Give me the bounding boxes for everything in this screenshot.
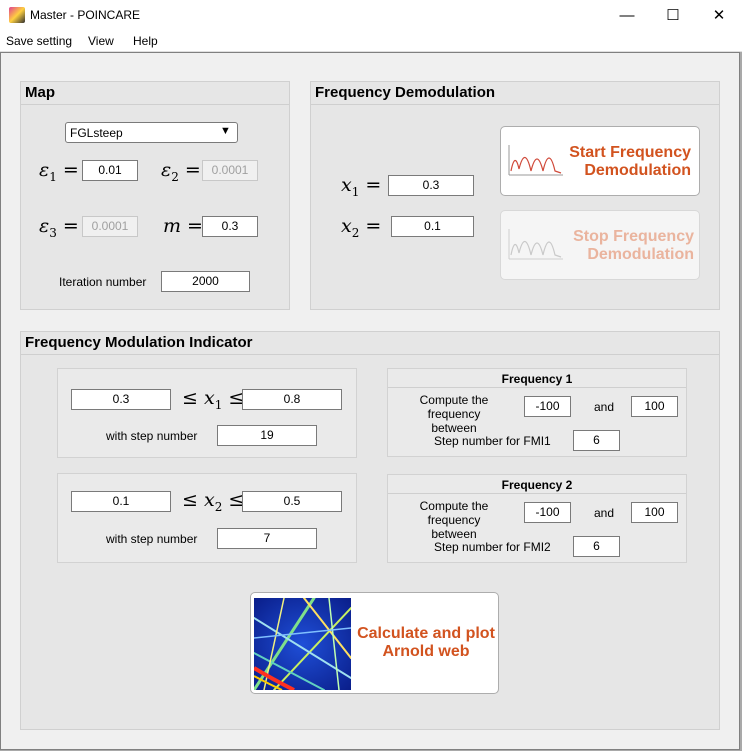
eps2-field: 0.0001 [202, 160, 258, 181]
divider [311, 104, 719, 105]
map-panel: Map FGLsteep ▼ ε1 = 0.01 ε2 = 0.0001 ε3 … [20, 81, 290, 310]
x2-label: x2 = [341, 215, 382, 240]
menu-bar: Save setting View Help [0, 31, 742, 52]
eps3-label: ε3 = [39, 215, 79, 240]
demod-panel: Frequency Demodulation x1 = 0.3 x2 = 0.1… [310, 81, 720, 310]
map-select-value: FGLsteep [70, 126, 123, 140]
x2-field[interactable]: 0.1 [391, 216, 474, 237]
divider [21, 354, 719, 355]
close-icon[interactable]: ✕ [696, 0, 742, 31]
eps1-field[interactable]: 0.01 [82, 160, 138, 181]
divider [388, 493, 686, 494]
arnold-web-icon [254, 598, 351, 690]
maximize-icon[interactable]: ☐ [650, 0, 696, 31]
minimize-icon[interactable]: — [604, 0, 650, 31]
app-icon [9, 7, 25, 23]
frequency2-and-label: and [594, 506, 615, 520]
m-field[interactable]: 0.3 [202, 216, 258, 237]
frequency2-title: Frequency 2 [501, 478, 573, 492]
x1-min-field[interactable]: 0.3 [71, 389, 171, 410]
frequency2-min-field[interactable]: -100 [524, 502, 571, 523]
x1-field[interactable]: 0.3 [388, 175, 474, 196]
x2-step-label: with step number [106, 532, 198, 546]
frequency2-range-label: Compute the frequency between [419, 499, 489, 541]
demod-panel-title: Frequency Demodulation [315, 84, 496, 101]
x2-range-label: ≤ x2 ≤ [182, 489, 245, 514]
frequency1-and-label: and [594, 400, 615, 414]
frequency2-max-field[interactable]: 100 [631, 502, 678, 523]
spectrum-plot-icon [508, 145, 563, 176]
x2-steps-field[interactable]: 7 [217, 528, 317, 549]
spectrum-plot-icon [508, 229, 563, 260]
x1-label: x1 = [341, 174, 382, 199]
frequency2-steps-field[interactable]: 6 [573, 536, 620, 557]
frequency1-step-label: Step number for FMI1 [434, 434, 551, 448]
menu-save-setting[interactable]: Save setting [6, 34, 72, 48]
divider [388, 387, 686, 388]
x1-range-label: ≤ x1 ≤ [182, 387, 245, 412]
iteration-label: Iteration number [59, 275, 147, 289]
stop-demodulation-button: Stop Frequency Demodulation [500, 210, 700, 280]
eps3-field: 0.0001 [82, 216, 138, 237]
calculate-arnold-web-label: Calculate and plot Arnold web [357, 625, 495, 660]
eps2-label: ε2 = [161, 159, 201, 184]
x1-max-field[interactable]: 0.8 [242, 389, 342, 410]
window-title: Master - POINCARE [30, 8, 141, 22]
eps1-label: ε1 = [39, 159, 79, 184]
frequency1-range-label: Compute the frequency between [419, 393, 489, 435]
frequency1-min-field[interactable]: -100 [524, 396, 571, 417]
frequency1-steps-field[interactable]: 6 [573, 430, 620, 451]
chevron-down-icon: ▼ [220, 125, 231, 137]
menu-help[interactable]: Help [133, 34, 158, 48]
calculate-arnold-web-button[interactable]: Calculate and plot Arnold web [250, 592, 499, 694]
frequency2-step-label: Step number for FMI2 [434, 540, 551, 554]
frequency1-group: Frequency 1 Compute the frequency betwee… [387, 368, 687, 457]
x1-step-label: with step number [106, 429, 198, 443]
x2-min-field[interactable]: 0.1 [71, 491, 171, 512]
frequency2-group: Frequency 2 Compute the frequency betwee… [387, 474, 687, 563]
map-select[interactable]: FGLsteep ▼ [65, 122, 238, 143]
start-demodulation-button[interactable]: Start Frequency Demodulation [500, 126, 700, 196]
x1-steps-field[interactable]: 19 [217, 425, 317, 446]
divider [21, 104, 289, 105]
x1-range-group: 0.3 ≤ x1 ≤ 0.8 with step number 19 [57, 368, 357, 458]
x2-range-group: 0.1 ≤ x2 ≤ 0.5 with step number 7 [57, 473, 357, 563]
menu-view[interactable]: View [88, 34, 114, 48]
start-demodulation-label: Start Frequency Demodulation [569, 144, 691, 179]
iteration-field[interactable]: 2000 [161, 271, 250, 292]
title-bar: Master - POINCARE — ☐ ✕ [0, 0, 742, 31]
frequency1-max-field[interactable]: 100 [631, 396, 678, 417]
fmi-panel: Frequency Modulation Indicator 0.3 ≤ x1 … [20, 331, 720, 730]
x2-max-field[interactable]: 0.5 [242, 491, 342, 512]
map-panel-title: Map [25, 84, 55, 101]
fmi-panel-title: Frequency Modulation Indicator [25, 334, 253, 351]
frequency1-title: Frequency 1 [501, 372, 573, 386]
stop-demodulation-label: Stop Frequency Demodulation [573, 228, 694, 263]
m-label: m = [163, 215, 203, 237]
